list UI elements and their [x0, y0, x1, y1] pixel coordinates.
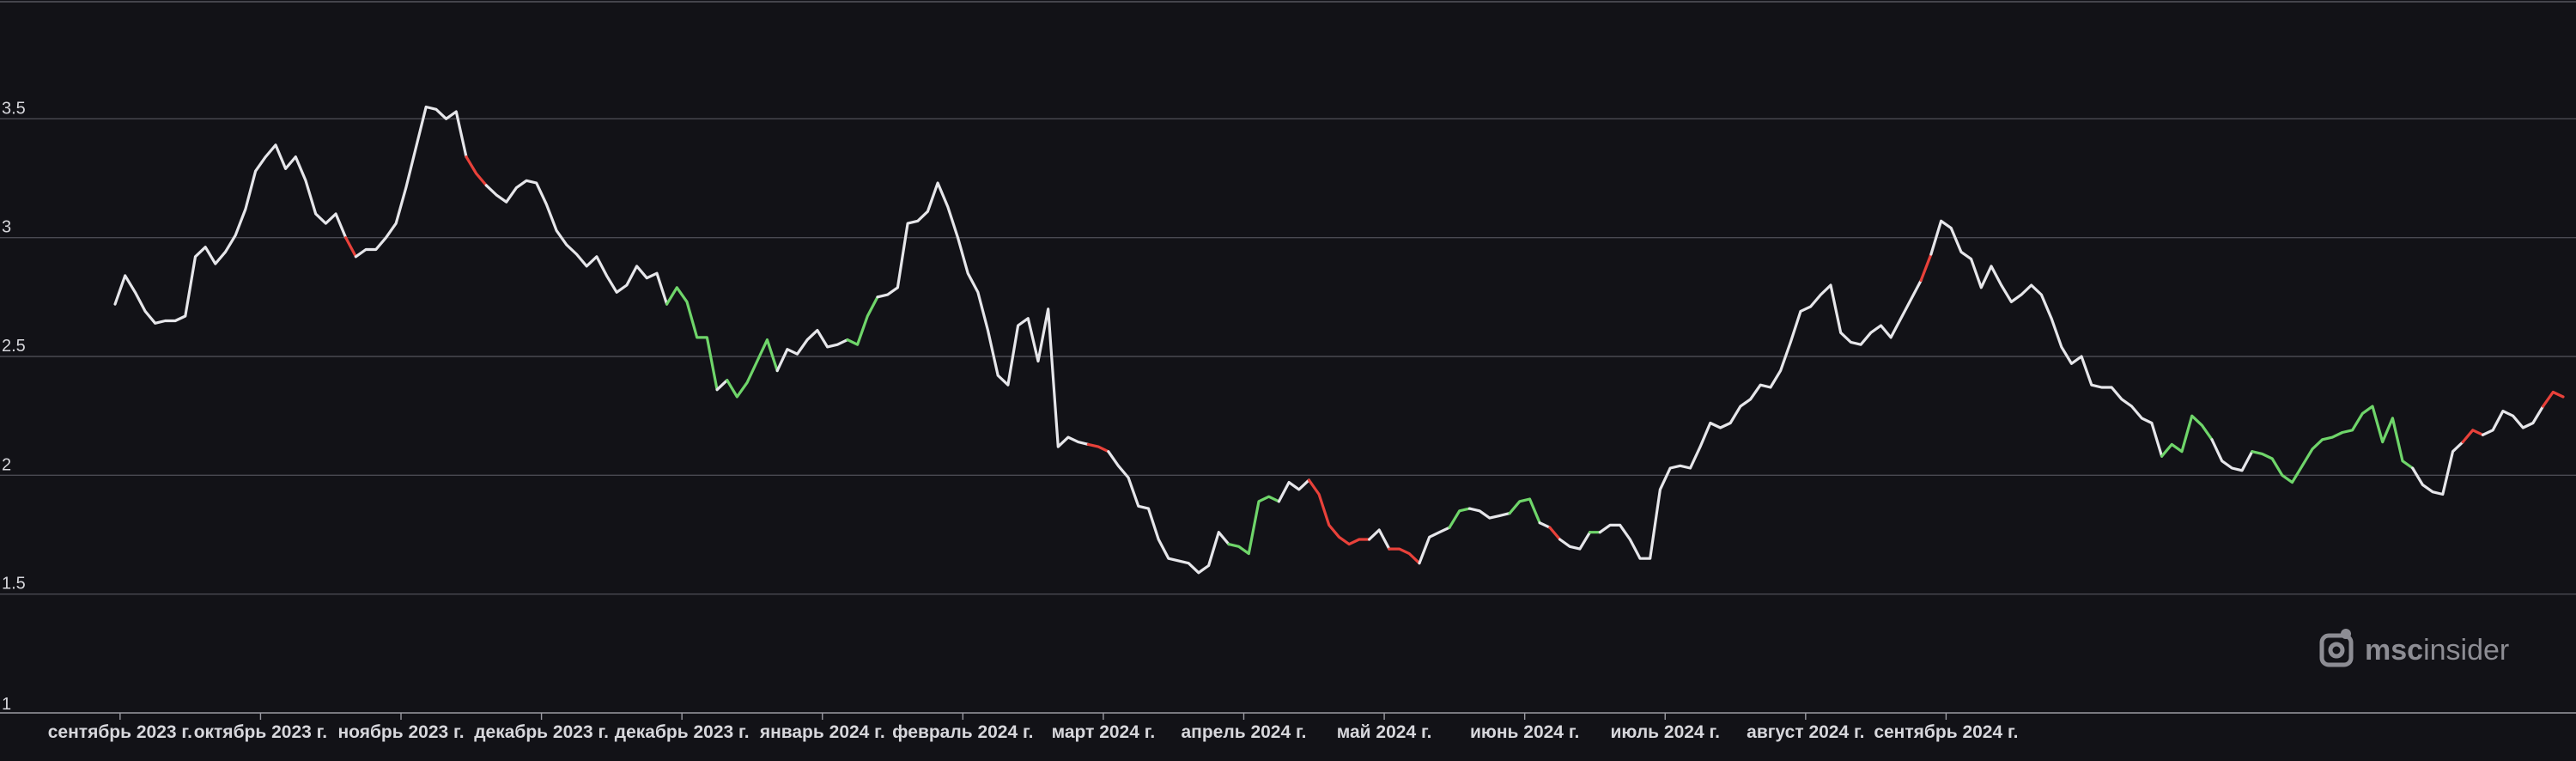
- x-tick-label: ноябрь 2023 г.: [337, 722, 464, 742]
- x-tick-label: сентябрь 2024 г.: [1874, 722, 2018, 742]
- chart-container: 1 1.5 2 2.5 3 3.5 сентябрь 2023 г. октябрь 202…: [0, 0, 2576, 761]
- x-tick-label: июль 2024 г.: [1611, 722, 1720, 742]
- y-tick-label: 2: [2, 455, 11, 474]
- x-tick-label: август 2024 г.: [1747, 722, 1864, 742]
- x-tick-label: октябрь 2023 г.: [194, 722, 327, 742]
- y-tick-label: 3: [2, 218, 11, 237]
- y-tick-label: 1: [2, 695, 11, 714]
- x-tick-label: май 2024 г.: [1337, 722, 1432, 742]
- brand-watermark: mscinsider: [2319, 629, 2509, 667]
- x-tick-label: сентябрь 2023 г.: [48, 722, 192, 742]
- x-tick-label: июнь 2024 г.: [1470, 722, 1579, 742]
- y-tick-label: 1.5: [2, 575, 26, 594]
- x-tick-label: январь 2024 г.: [759, 722, 885, 742]
- brand-name-suffix: insider: [2423, 634, 2509, 667]
- brand-name: mscinsider: [2365, 634, 2509, 667]
- price-chart: 1 1.5 2 2.5 3 3.5 сентябрь 2023 г. октябрь 202…: [0, 0, 2576, 761]
- brand-name-prefix: msc: [2365, 634, 2423, 667]
- x-tick-label: апрель 2024 г.: [1181, 722, 1306, 742]
- y-tick-label: 3.5: [2, 99, 26, 118]
- x-tick-label: декабрь 2023 г.: [615, 722, 750, 742]
- x-tick-label: февраль 2024 г.: [892, 722, 1033, 742]
- chart-background: [0, 0, 2576, 761]
- x-tick-label: декабрь 2023 г.: [474, 722, 609, 742]
- y-tick-label: 2.5: [2, 337, 26, 356]
- x-tick-label: март 2024 г.: [1052, 722, 1156, 742]
